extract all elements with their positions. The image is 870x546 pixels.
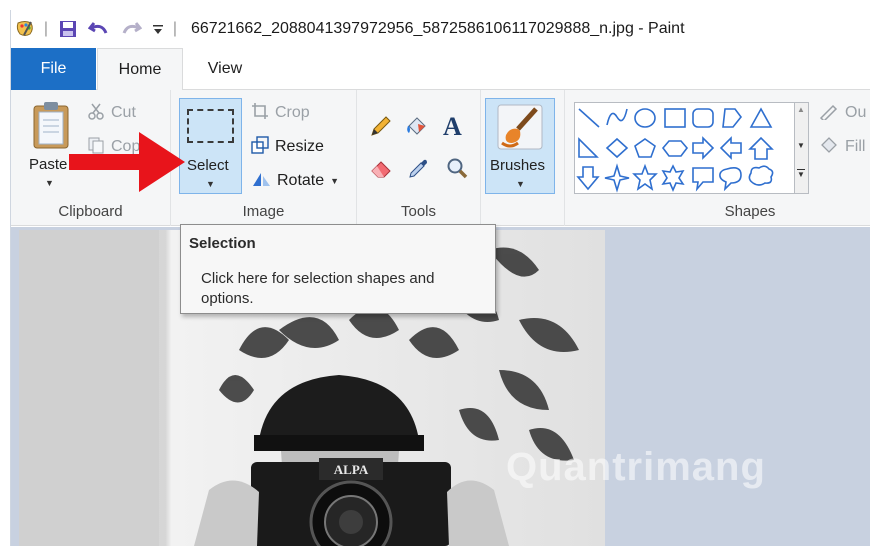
chevron-down-icon: ▼ [206, 179, 215, 189]
diamond-shape-icon [605, 137, 629, 159]
group-tools: A Tools [357, 90, 481, 226]
crop-label: Crop [275, 104, 310, 121]
outline-icon [819, 102, 839, 125]
rotate-button[interactable]: Rotate ▼ [251, 168, 339, 194]
tab-view[interactable]: View [183, 48, 267, 90]
scroll-down-icon[interactable]: ▼ [797, 141, 805, 150]
eraser-icon[interactable] [369, 156, 393, 185]
text-icon[interactable]: A [443, 112, 462, 142]
fill-label: Fill [845, 138, 866, 155]
rotate-icon [251, 170, 271, 193]
hexagon-shape-icon [661, 140, 689, 157]
scissors-icon [87, 102, 105, 125]
color-picker-icon[interactable] [407, 156, 431, 185]
crop-button[interactable]: Crop [251, 100, 310, 126]
group-label-shapes: Shapes [724, 203, 776, 220]
paste-icon [31, 100, 71, 155]
expand-gallery-icon[interactable]: ▼ [797, 169, 805, 179]
pentagon-shape-icon [634, 138, 656, 158]
down-arrow-shape-icon [576, 166, 600, 191]
ribbon-tabs: File Home View [11, 48, 870, 91]
tab-file[interactable]: File [11, 48, 96, 90]
triangle-shape-icon [749, 107, 773, 128]
group-label-clipboard: Clipboard [58, 203, 123, 220]
cut-label: Cut [111, 104, 136, 121]
line-shape-icon [578, 108, 600, 128]
chevron-down-icon: ▼ [45, 178, 54, 188]
red-arrow-annotation [69, 126, 189, 203]
select-label: Select [187, 157, 229, 174]
resize-label: Resize [275, 138, 324, 155]
oval-shape-icon [634, 108, 656, 128]
group-label-tools: Tools [400, 203, 437, 220]
camera-brand-text: ALPA [334, 462, 369, 477]
shapes-gallery [574, 102, 795, 194]
rectangular-callout-shape-icon [692, 167, 714, 192]
chevron-down-icon: ▼ [330, 176, 340, 186]
tooltip-body: Click here for selection shapes and opti… [201, 270, 435, 307]
arrow-right-icon [69, 132, 185, 192]
resize-button[interactable]: Resize [251, 134, 324, 160]
outline-label: Ou [845, 104, 867, 121]
paste-label: Paste [29, 156, 68, 173]
cut-button[interactable]: Cut [87, 100, 136, 126]
scroll-up-icon[interactable]: ▲ [797, 105, 805, 114]
shapes-grid-icons [576, 107, 774, 193]
window-title: 66721662_2088041397972956_58725861061170… [191, 20, 685, 37]
redo-icon[interactable] [115, 14, 147, 44]
cloud-callout-shape-icon [748, 165, 774, 186]
tab-home[interactable]: Home [97, 48, 183, 91]
customize-toolbar-icon[interactable] [147, 14, 169, 44]
separator: | [172, 20, 178, 37]
outline-button[interactable]: Ou [819, 100, 866, 126]
rotate-label: Rotate [277, 172, 325, 189]
left-arrow-shape-icon [719, 136, 742, 160]
undo-icon[interactable] [83, 14, 115, 44]
selection-rect-icon [187, 109, 234, 143]
paint-app-icon[interactable] [11, 14, 39, 44]
group-label-image: Image [242, 203, 285, 220]
five-point-star-shape-icon [632, 163, 658, 191]
pencil-icon[interactable] [369, 114, 393, 143]
fill-bucket-icon[interactable] [405, 114, 429, 143]
polygon-shape-icon [722, 108, 743, 128]
crop-icon [251, 102, 269, 125]
save-icon[interactable] [53, 14, 83, 44]
up-arrow-shape-icon [748, 136, 774, 160]
rounded-rectangle-shape-icon [692, 108, 714, 128]
right-triangle-shape-icon [578, 137, 599, 158]
right-arrow-shape-icon [692, 136, 715, 160]
curve-shape-icon [606, 108, 628, 126]
rectangle-shape-icon [664, 108, 686, 128]
fill-button[interactable]: Fill [819, 134, 865, 160]
title-bar: | | 66721662_2088041397972956_5872586106… [11, 10, 870, 48]
paint-window: | | 66721662_2088041397972956_5872586106… [10, 10, 870, 546]
magnifier-icon[interactable] [445, 156, 469, 185]
selection-tooltip: Selection Click here for selection shape… [180, 224, 496, 314]
six-point-star-shape-icon [661, 164, 685, 193]
resize-icon [251, 135, 269, 159]
separator: | [43, 20, 49, 37]
shapes-scrollbar[interactable]: ▲ ▼ ▼ [795, 102, 809, 194]
four-point-star-shape-icon [604, 163, 630, 193]
fill-icon [819, 136, 839, 159]
tooltip-title: Selection [189, 235, 256, 252]
group-brushes [481, 90, 565, 226]
oval-callout-shape-icon [719, 167, 742, 192]
quick-access-toolbar: | | [11, 10, 181, 48]
watermark-text: Quantrimang [506, 445, 766, 489]
